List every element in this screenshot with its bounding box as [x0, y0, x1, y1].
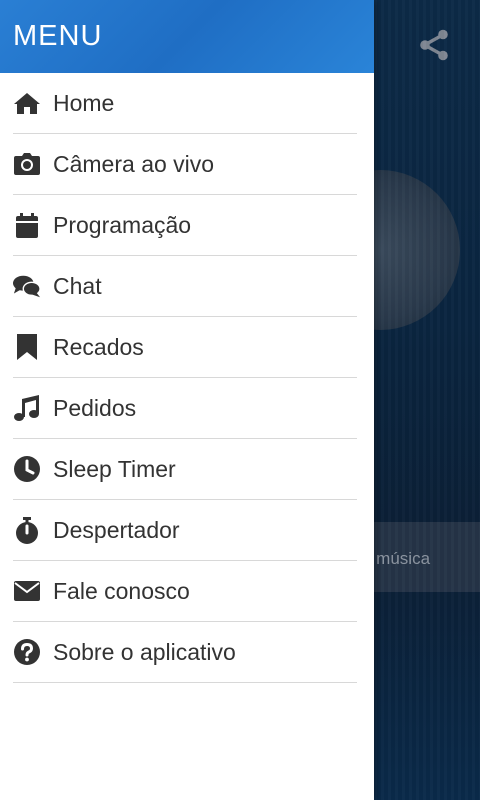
music-note-icon [13, 394, 41, 422]
menu-item-fale-conosco[interactable]: Fale conosco [13, 561, 357, 622]
menu-item-label: Home [53, 89, 115, 116]
chat-icon [13, 272, 41, 300]
share-icon [416, 27, 452, 68]
menu-item-despertador[interactable]: Despertador [13, 500, 357, 561]
menu-item-label: Pedidos [53, 394, 137, 421]
stopwatch-icon [13, 516, 41, 544]
drawer-title: MENU [13, 20, 103, 52]
menu-item-label: Sobre o aplicativo [53, 638, 236, 665]
menu-item-programacao[interactable]: Programação [13, 195, 357, 256]
clock-icon [13, 455, 41, 483]
menu-item-label: Programação [53, 211, 192, 238]
menu-item-pedidos[interactable]: Pedidos [13, 378, 357, 439]
menu-item-sleep-timer[interactable]: Sleep Timer [13, 439, 357, 500]
question-circle-icon [13, 638, 41, 666]
menu-item-camera[interactable]: Câmera ao vivo [13, 134, 357, 195]
menu-item-label: Sleep Timer [53, 455, 176, 482]
menu-item-chat[interactable]: Chat [13, 256, 357, 317]
menu-item-label: Despertador [53, 516, 180, 543]
menu-list: Home Câmera ao vivo Programação Chat Rec [0, 73, 374, 683]
calendar-icon [13, 211, 41, 239]
menu-item-sobre[interactable]: Sobre o aplicativo [13, 622, 357, 683]
bookmark-icon [13, 333, 41, 361]
share-button[interactable] [414, 27, 454, 67]
camera-icon [13, 150, 41, 178]
drawer-header: MENU [0, 0, 374, 73]
envelope-icon [13, 577, 41, 605]
navigation-drawer: MENU Home Câmera ao vivo Programação Cha… [0, 0, 374, 800]
menu-item-label: Chat [53, 272, 102, 299]
menu-item-label: Recados [53, 333, 144, 360]
menu-item-recados[interactable]: Recados [13, 317, 357, 378]
menu-item-label: Fale conosco [53, 577, 190, 604]
menu-item-home[interactable]: Home [13, 73, 357, 134]
home-icon [13, 89, 41, 117]
menu-item-label: Câmera ao vivo [53, 150, 215, 177]
song-title-text: a música [374, 549, 431, 568]
